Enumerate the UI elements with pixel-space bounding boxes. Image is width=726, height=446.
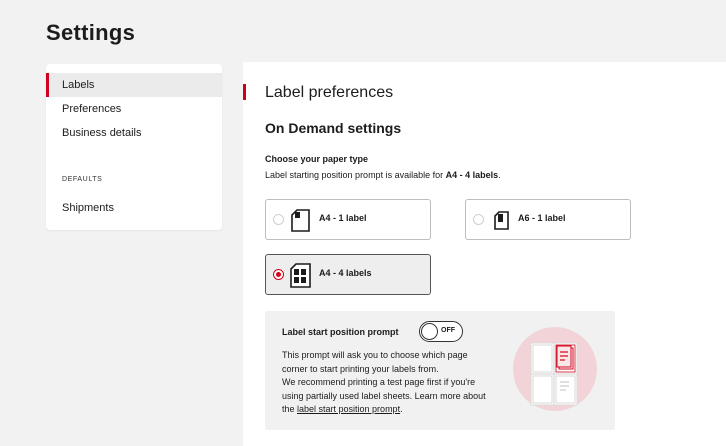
paper-type-desc-prefix: Label starting position prompt is availa… [265, 170, 446, 180]
label-start-position-link[interactable]: label start position prompt [297, 404, 400, 414]
section-accent-bar [243, 84, 246, 100]
panel-title: Label preferences [265, 84, 394, 101]
paper-option-a4-1-label[interactable]: A4 - 1 label [265, 199, 431, 240]
radio-a4-4-labels[interactable] [273, 269, 284, 280]
a4-single-label-icon [291, 209, 310, 232]
prompt-description: This prompt will ask you to choose which… [282, 349, 522, 417]
paper-option-label: A4 - 1 label [319, 213, 367, 223]
sidebar-defaults-heading: DEFAULTS [62, 176, 103, 183]
settings-sidebar: Labels Preferences Business details DEFA… [46, 64, 222, 230]
label-preferences-panel: Label preferences On Demand settings Cho… [243, 62, 726, 446]
sidebar-item-preferences[interactable]: Preferences [46, 97, 222, 121]
prompt-last-prefix: the [282, 404, 298, 414]
paper-type-desc-suffix: . [498, 170, 501, 180]
prompt-toggle[interactable]: OFF [419, 321, 463, 342]
prompt-last-line: the label start position prompt. [282, 403, 522, 417]
label-start-prompt-card: Label start position prompt OFF This pro… [265, 311, 615, 430]
a6-single-label-icon [494, 211, 509, 230]
paper-type-heading: Choose your paper type [265, 154, 369, 164]
a4-four-labels-icon [290, 263, 311, 288]
prompt-line: We recommend printing a test page first … [282, 377, 476, 387]
paper-type-desc-bold: A4 - 4 labels [445, 170, 499, 180]
radio-a4-1-label[interactable] [273, 214, 284, 225]
prompt-title: Label start position prompt [282, 327, 399, 337]
prompt-last-suffix: . [400, 404, 403, 414]
sidebar-item-business-details[interactable]: Business details [46, 121, 222, 145]
paper-option-label: A4 - 4 labels [319, 268, 372, 278]
prompt-line: This prompt will ask you to choose which… [282, 350, 468, 360]
label-sheet-illustration-icon [513, 327, 597, 411]
paper-option-label: A6 - 1 label [518, 213, 566, 223]
page-title: Settings [46, 20, 136, 45]
sidebar-item-labels[interactable]: Labels [46, 73, 222, 97]
paper-option-a6-1-label[interactable]: A6 - 1 label [465, 199, 631, 240]
prompt-line: using partially used label sheets. Learn… [282, 390, 486, 401]
prompt-line: corner to start printing your labels fro… [282, 363, 439, 374]
paper-type-description: Label starting position prompt is availa… [265, 170, 501, 180]
toggle-knob [421, 323, 438, 340]
section-title: On Demand settings [265, 120, 402, 136]
toggle-state-text: OFF [441, 327, 455, 334]
paper-option-a4-4-labels[interactable]: A4 - 4 labels [265, 254, 431, 295]
radio-a6-1-label[interactable] [473, 214, 484, 225]
sidebar-item-shipments[interactable]: Shipments [46, 196, 222, 220]
